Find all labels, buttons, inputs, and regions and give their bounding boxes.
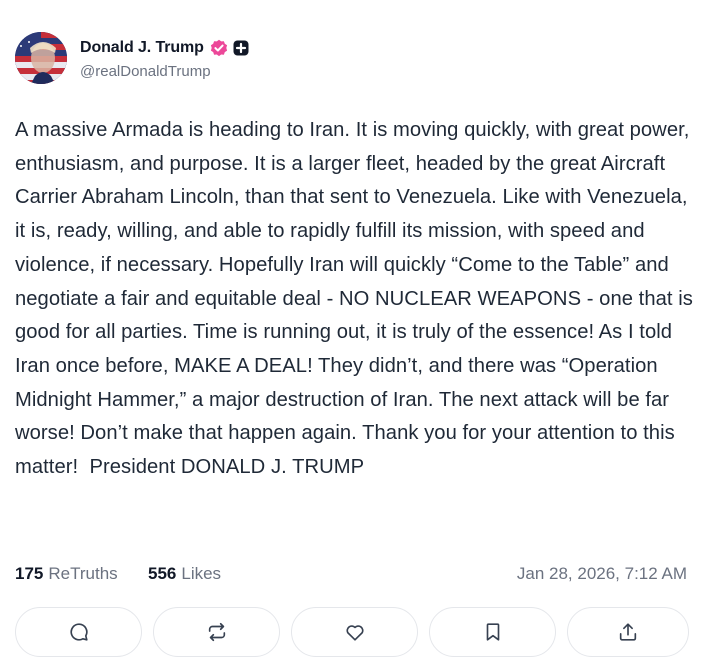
action-bar [15,607,689,659]
retruths-count: 175 [15,564,44,583]
name-row: Donald J. Trump [80,36,249,60]
likes-stat[interactable]: 556 Likes [148,564,221,584]
truth-post: Donald J. Trump @realDonaldTrump A massi… [0,0,703,672]
share-button[interactable] [567,607,689,657]
comment-icon [69,623,88,641]
post-timestamp[interactable]: Jan 28, 2026, 7:12 AM [517,564,687,584]
plus-badge-icon [233,40,249,56]
repost-icon [208,622,225,642]
retruths-label: ReTruths [48,564,118,583]
author-display-name[interactable]: Donald J. Trump [80,39,204,57]
retruths-stat[interactable]: 175 ReTruths [15,564,118,584]
likes-label: Likes [181,564,222,583]
post-stats: 175 ReTruths 556 Likes Jan 28, 2026, 7:12 … [15,564,687,590]
retruth-button[interactable] [153,607,280,657]
bookmark-icon [486,623,499,641]
post-header: Donald J. Trump @realDonaldTrump [15,32,249,84]
likes-count: 556 [148,564,177,583]
share-icon [619,623,637,641]
bookmark-button[interactable] [429,607,556,657]
post-body-text: A massive Armada is heading to Iran. It … [15,119,699,479]
author-info: Donald J. Trump @realDonaldTrump [80,36,249,80]
heart-icon [346,625,363,641]
verified-badge-icon [210,39,228,57]
author-handle[interactable]: @realDonaldTrump [80,63,249,80]
avatar-flag-portrait-icon [15,32,67,84]
like-button[interactable] [291,607,418,657]
avatar[interactable] [15,32,67,84]
reply-button[interactable] [15,607,142,657]
